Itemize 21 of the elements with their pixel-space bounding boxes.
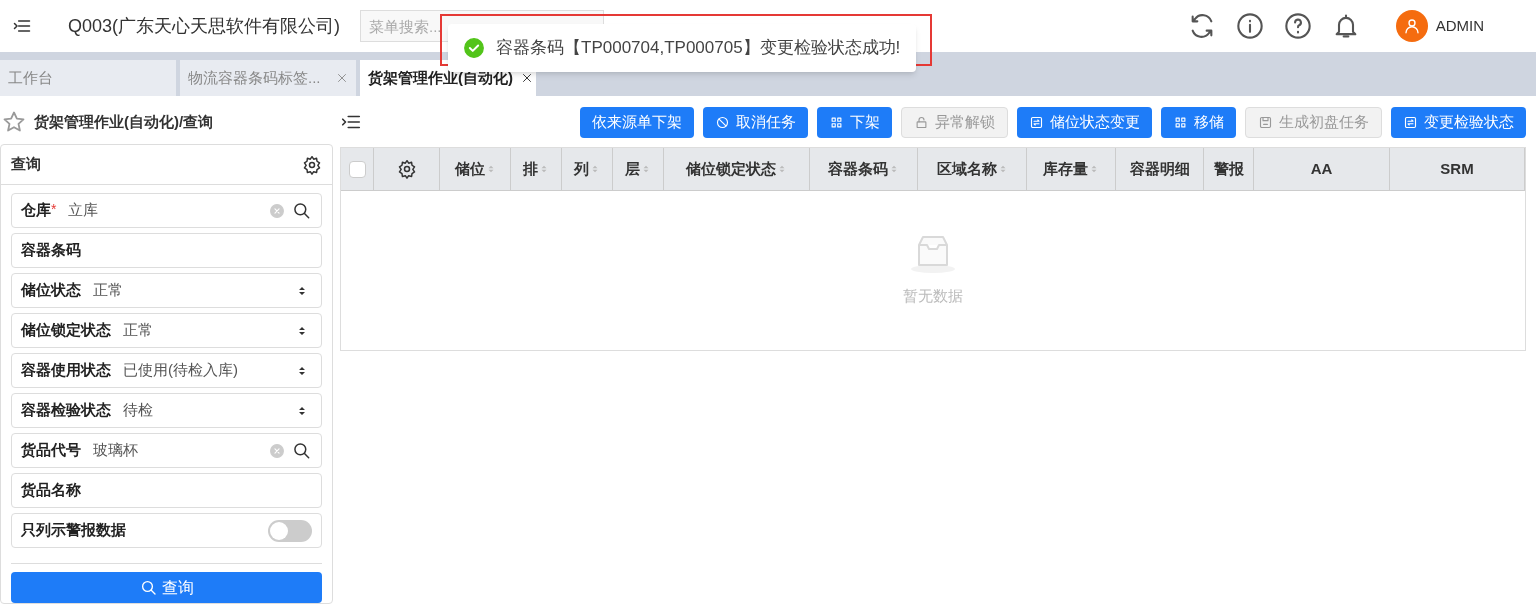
field-label: 储位锁定状态 (21, 320, 111, 341)
field-label: 仓库 (21, 200, 51, 221)
field-value: 已使用(待检入库) (123, 360, 238, 381)
field-label: 容器检验状态 (21, 400, 111, 421)
company-title: Q003(广东天心天思软件有限公司) (68, 14, 341, 38)
field-value: 玻璃杯 (93, 440, 138, 461)
field-label: 容器使用状态 (21, 360, 111, 381)
field-label: 储位状态 (21, 280, 81, 301)
breadcrumb: 货架管理作业(自动化)/查询 (34, 111, 214, 132)
empty-text: 暂无数据 (903, 286, 963, 306)
field-value: 立库 (68, 200, 99, 221)
field-label: 容器条码 (21, 240, 81, 261)
field-value: 待检 (123, 400, 153, 421)
panel-title: 查询 (11, 154, 41, 175)
field-label: 只列示警报数据 (21, 520, 126, 541)
required-mark: * (51, 200, 57, 220)
toast-text: 容器条码【TP000704,TP000705】变更检验状态成功! (496, 37, 901, 60)
field-label: 货品代号 (21, 440, 81, 461)
field-value: 正常 (93, 280, 123, 301)
field-value: 正常 (123, 320, 153, 341)
field-label: 货品名称 (21, 480, 81, 501)
